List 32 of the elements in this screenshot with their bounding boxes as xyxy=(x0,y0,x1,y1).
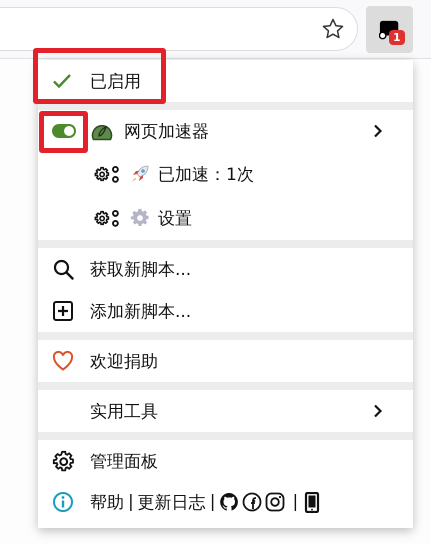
command-menu-item[interactable]: 设置 xyxy=(38,196,413,240)
extension-button[interactable]: 1 xyxy=(366,6,413,53)
github-icon[interactable] xyxy=(219,492,240,512)
gears-icon xyxy=(94,163,120,185)
facebook-icon[interactable] xyxy=(242,492,262,512)
search-icon xyxy=(52,258,74,280)
gear-icon xyxy=(130,208,150,228)
count-badge: 1 xyxy=(389,30,405,45)
menu-item[interactable]: 添加新脚本... xyxy=(38,290,413,332)
script-menu-item[interactable]: 网页加速器 xyxy=(38,110,413,152)
address-bar[interactable] xyxy=(0,7,358,51)
menu-item[interactable]: 管理面板 xyxy=(38,440,413,482)
info-icon xyxy=(52,491,74,513)
command-menu-item[interactable]: 已加速：1次 xyxy=(38,152,413,196)
divider-text: | xyxy=(210,492,216,512)
add-icon xyxy=(52,300,74,322)
star-icon[interactable] xyxy=(321,17,345,41)
divider-text: | xyxy=(128,492,134,512)
menu-item[interactable]: 实用工具 xyxy=(38,390,413,432)
heart-icon xyxy=(52,350,74,372)
checkmark-icon xyxy=(52,72,72,90)
gears-icon xyxy=(94,207,120,229)
link[interactable]: 更新日志 xyxy=(138,490,206,514)
menu-item[interactable]: 获取新脚本... xyxy=(38,248,413,290)
instagram-icon[interactable] xyxy=(265,492,286,512)
toggle-switch[interactable] xyxy=(52,124,76,138)
divider-text: | xyxy=(292,492,298,512)
link[interactable]: 帮助 xyxy=(90,490,124,514)
menu-item[interactable]: 欢迎捐助 xyxy=(38,340,413,382)
chevron-right-icon xyxy=(373,404,383,418)
rocket-icon xyxy=(130,164,150,184)
settings-icon xyxy=(52,450,74,472)
